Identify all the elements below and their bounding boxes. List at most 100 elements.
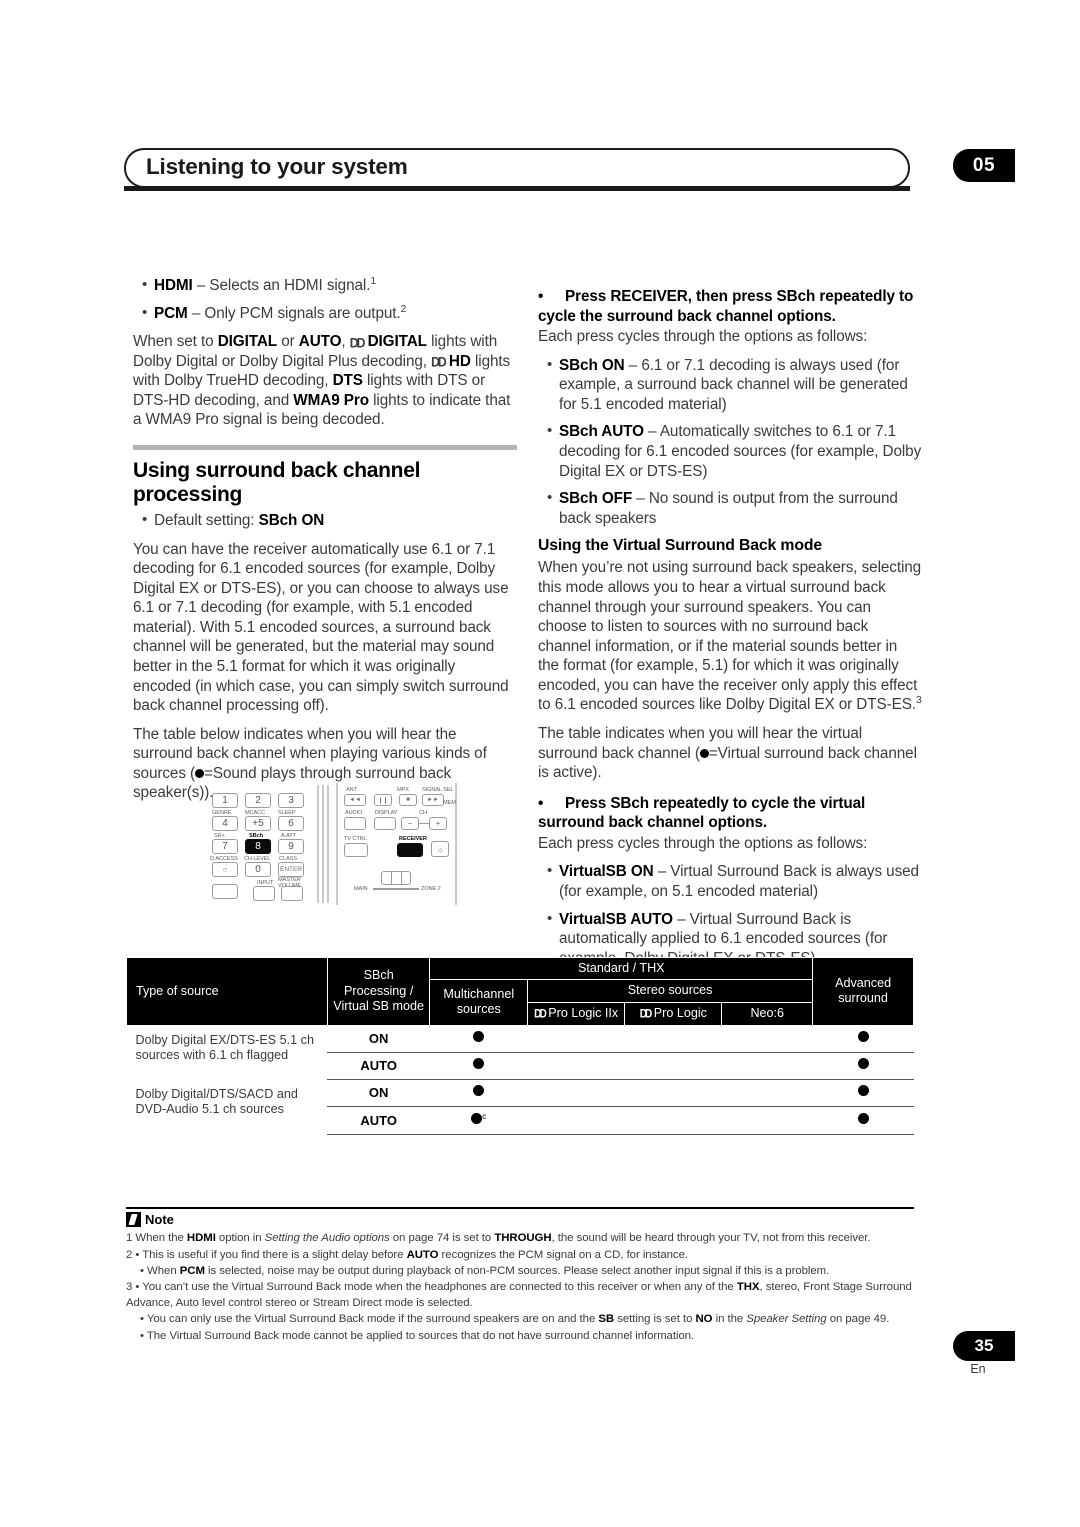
- sbch-option-list: SBch ON – 6.1 or 7.1 decoding is always …: [538, 355, 922, 529]
- col-advanced-surround: Advanced surround: [812, 957, 914, 1026]
- note-1-hdmi: HDMI: [186, 1232, 216, 1245]
- cell-pl-2-auto: [624, 1106, 722, 1136]
- lead-bullet-text-2: Press SBch repeatedly to cycle the virtu…: [538, 794, 866, 832]
- chapter-badge: 05: [953, 149, 1015, 182]
- intro-cycle-1: Each press cycles through the options as…: [538, 328, 868, 346]
- col-multichannel-sources: Multichannel sources: [429, 979, 529, 1026]
- cell-pliix-2-auto: [527, 1106, 625, 1136]
- decoding-paragraph: When set to DIGITAL or AUTO, DD DIGITAL …: [133, 332, 517, 430]
- footnote-ref-2: 2: [400, 303, 407, 315]
- page-language-label: En: [970, 1362, 986, 1376]
- remote-zone-label-main: MAIN: [354, 886, 368, 892]
- remote-key-next: ►►: [422, 794, 444, 806]
- cell-mode-1-auto: AUTO: [327, 1052, 430, 1081]
- remote-divider-2: [322, 785, 324, 903]
- cell-pl-1-auto: [624, 1052, 722, 1081]
- section-divider: [133, 445, 517, 451]
- note-title: Note: [145, 1212, 174, 1228]
- dot-marker: [473, 1030, 485, 1042]
- remote-caption-mem: MEM: [443, 800, 456, 806]
- remote-key-pause: ❙❙: [374, 794, 392, 806]
- term-digital: DIGITAL: [217, 333, 278, 351]
- table-row: Dolby Digital EX/DTS-ES 5.1 ch sources w…: [127, 1025, 914, 1062]
- remote-divider-4: [336, 783, 338, 905]
- remote-key-7: 7: [212, 839, 238, 854]
- remote-caption-signal-sel: SIGNAL SEL: [422, 787, 454, 793]
- col-pro-logic-iix-label: Pro Logic IIx: [548, 1005, 619, 1020]
- virtual-sb-paragraph: When you’re not using surround back spea…: [538, 558, 922, 715]
- term-sbch-on: SBch ON: [559, 356, 625, 374]
- list-item-default-setting: Default setting: SBch ON: [142, 510, 517, 531]
- dolby-logo-icon: DD: [349, 334, 366, 351]
- footnote-ref-3: 3: [915, 695, 922, 707]
- remote-zone-base: [373, 888, 419, 890]
- note-item-1: 1 When the HDMI option in Setting the Au…: [126, 1230, 914, 1246]
- remote-caption-receiver: RECEIVER: [399, 836, 427, 842]
- lead-bullet-press-receiver: • Press RECEIVER, then press SBch repeate…: [538, 287, 922, 326]
- remote-key-5: +5: [245, 816, 271, 831]
- remote-zone-label-zone2: ZONE 2: [421, 886, 441, 892]
- cell-mode-2-auto: AUTO: [327, 1106, 430, 1136]
- note-num-1: 1: [126, 1232, 133, 1245]
- remote-caption-display: DISPLAY: [375, 810, 398, 816]
- note-3b-p6: on page 49.: [826, 1313, 890, 1326]
- remote-zone-switch-line-1: [391, 871, 393, 885]
- note-2b-p0: • When: [140, 1264, 180, 1277]
- text-hdmi: Selects an HDMI signal.: [209, 277, 371, 294]
- cell-neo6-1-on: [721, 1025, 813, 1053]
- cell-multichannel-1-on: [429, 1025, 528, 1053]
- cell-pliix-1-auto: [527, 1052, 625, 1081]
- note-3b-sb: SB: [598, 1313, 615, 1326]
- note-2-p2: recognizes the PCM signal on a CD, for i…: [438, 1248, 688, 1261]
- list-item-sbch-off: SBch OFF – No sound is output from the s…: [547, 488, 922, 528]
- dot-marker: [857, 1112, 869, 1124]
- remote-zone-switch: [381, 871, 411, 885]
- term-hdmi: HDMI: [154, 277, 193, 294]
- cell-advanced-2-on: [812, 1079, 914, 1108]
- remote-key-prev: ◄◄: [344, 794, 366, 806]
- term-wma9pro: WMA9 Pro: [293, 391, 369, 409]
- remote-caption-audio: AUDIO: [345, 810, 363, 816]
- remote-key-lower-left: [212, 884, 238, 899]
- cell-neo6-2-auto: [721, 1106, 813, 1136]
- term-auto: AUTO: [298, 333, 342, 351]
- note-3b-p0: • You can only use the Virtual Surround …: [140, 1313, 599, 1326]
- note-2-auto: AUTO: [406, 1248, 439, 1261]
- page-header-underline: [124, 186, 910, 191]
- default-setting-value: SBch ON: [258, 511, 325, 529]
- remote-key-display: [374, 817, 396, 830]
- subsection-heading-virtual-sb: Using the Virtual Surround Back mode: [538, 537, 822, 555]
- remote-divider-3: [327, 785, 329, 903]
- cell-multichannel-1-auto: [429, 1052, 528, 1081]
- col-stereo-sources: Stereo sources: [527, 979, 814, 1003]
- remote-zone-switch-line-2: [401, 871, 403, 885]
- remote-key-9: 9: [278, 839, 304, 854]
- remote-key-4: 4: [212, 816, 238, 831]
- term-sbch-auto: SBch AUTO: [559, 423, 644, 441]
- note-icon: [126, 1212, 141, 1228]
- note-3b-no: NO: [695, 1313, 713, 1326]
- cell-multichannel-2-auto: c: [429, 1106, 528, 1136]
- term-pcm: PCM: [154, 304, 188, 322]
- note-1-p6: , the sound will be heard through your T…: [551, 1232, 871, 1245]
- note-block: Note 1 When the HDMI option in Setting t…: [126, 1207, 914, 1344]
- table-header-row-1: Type of source SBch Processing / Virtual…: [126, 956, 914, 1026]
- col-standard-thx: Standard / THX: [429, 956, 814, 981]
- col-neo6: Neo:6: [721, 1001, 814, 1026]
- note-1-p2: option in: [215, 1232, 265, 1245]
- remote-key-ch-minus: −: [401, 817, 419, 830]
- remote-key-input: [253, 886, 275, 901]
- remote-key-circle: ○: [212, 862, 238, 877]
- remote-key-light: ☼: [431, 841, 449, 857]
- remote-key-receiver: [397, 843, 423, 857]
- col-type-of-source: Type of source: [126, 957, 328, 1026]
- cell-mode-2-on: ON: [327, 1079, 430, 1108]
- virtual-sb-paragraph-text: When you’re not using surround back spea…: [538, 559, 922, 714]
- col-pro-logic-iix: DD Pro Logic IIx: [527, 1001, 626, 1026]
- note-3b-p2: setting is set to: [614, 1313, 696, 1326]
- col-pro-logic-label: Pro Logic: [653, 1005, 707, 1020]
- cell-pliix-1-on: [527, 1025, 625, 1053]
- remote-key-8-sbch: 8: [245, 839, 271, 854]
- cell-source-2: Dolby Digital/DTS/SACD and DVD-Audio 5.1…: [135, 1086, 298, 1117]
- decoding-text-2: or: [277, 333, 299, 351]
